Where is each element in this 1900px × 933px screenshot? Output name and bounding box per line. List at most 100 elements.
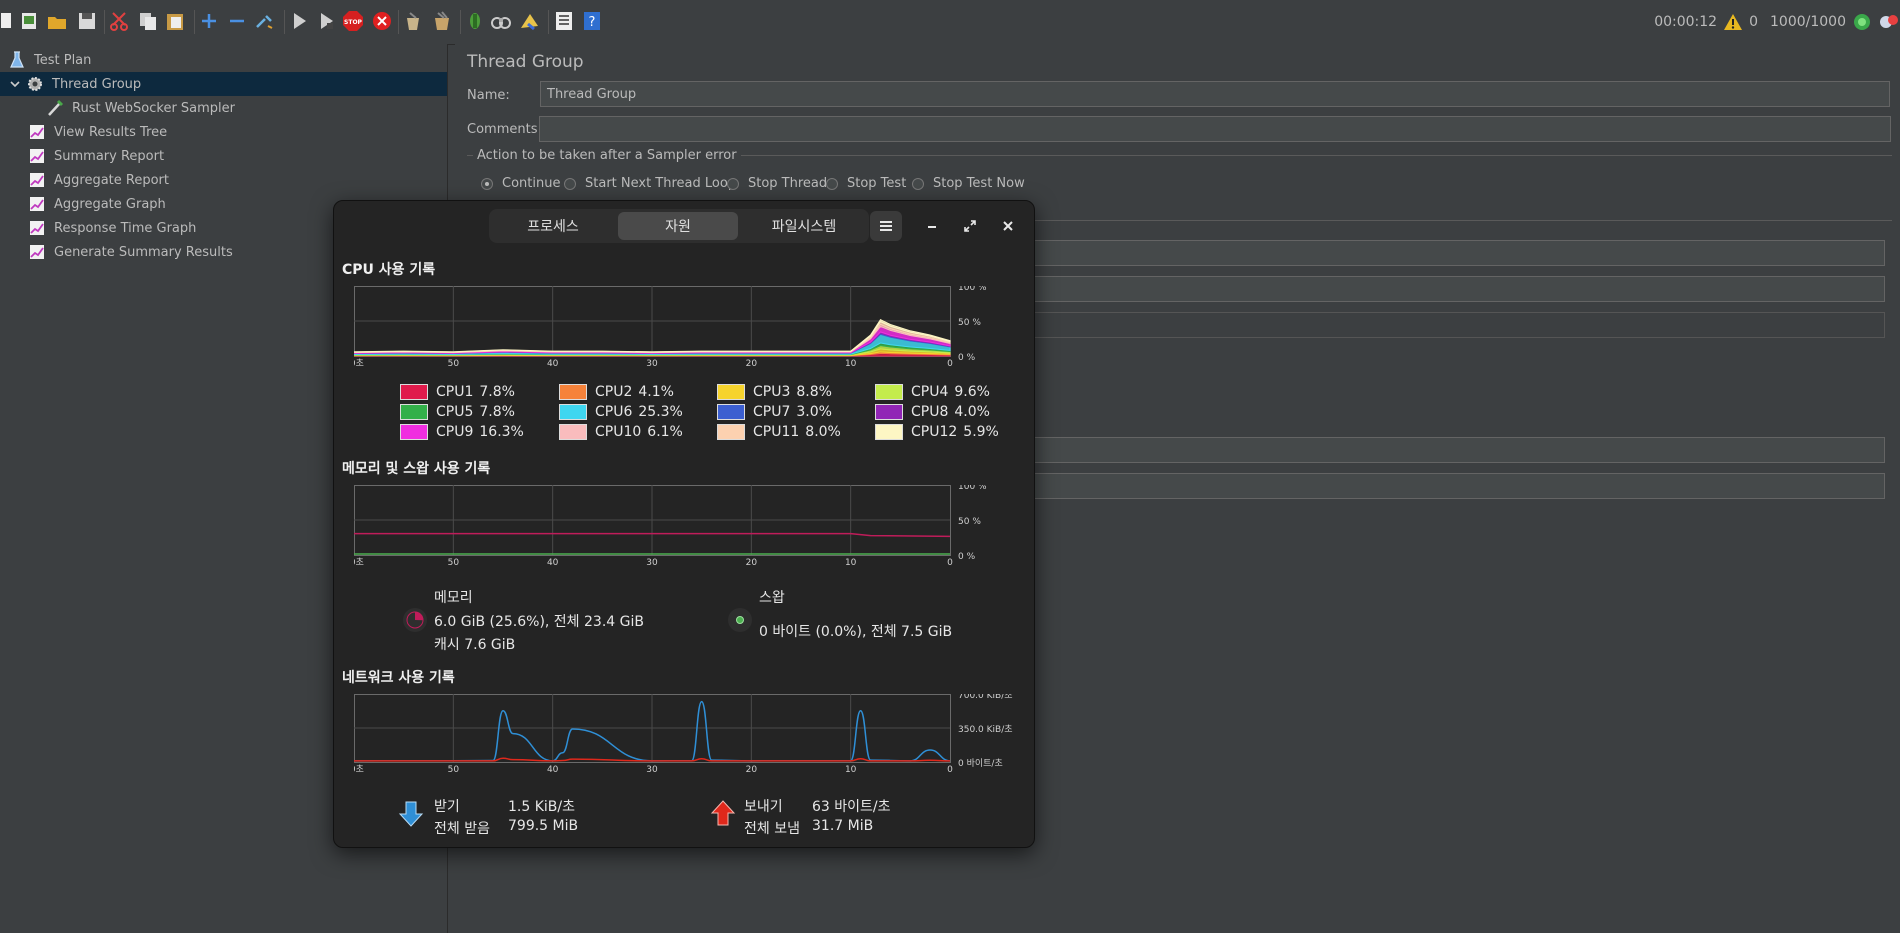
y-tick-label: 350.0 KiB/초: [958, 724, 1013, 735]
receive-rate: 1.5 KiB/초: [508, 799, 575, 815]
cpu-section-title: CPU 사용 기록: [342, 262, 436, 278]
x-tick-label: 50: [448, 558, 460, 568]
stop-icon[interactable]: STOP: [342, 10, 364, 32]
copy-icon[interactable]: [137, 10, 159, 32]
thread-count-field[interactable]: [1015, 240, 1885, 266]
comments-field[interactable]: [539, 116, 1891, 142]
save-icon[interactable]: [76, 10, 98, 32]
cpu-legend-item[interactable]: CPU2 4.1%: [559, 384, 674, 400]
color-swatch[interactable]: [400, 384, 428, 400]
remote-status-icon[interactable]: [1878, 12, 1900, 32]
name-field[interactable]: Thread Group: [540, 81, 1890, 107]
minimize-icon[interactable]: [919, 213, 945, 239]
cpu-legend-item[interactable]: CPU1 7.8%: [400, 384, 515, 400]
radio-label: Stop Thread: [748, 176, 828, 191]
cpu-legend-item[interactable]: CPU6 25.3%: [559, 404, 683, 420]
close-icon[interactable]: [995, 213, 1021, 239]
tab-filesystems[interactable]: 파일시스템: [743, 212, 865, 240]
color-swatch[interactable]: [717, 384, 745, 400]
swap-pie-slice: [736, 616, 744, 624]
color-swatch[interactable]: [400, 424, 428, 440]
cpu-legend-item[interactable]: CPU12 5.9%: [875, 424, 999, 440]
cpu-legend-item[interactable]: CPU8 4.0%: [875, 404, 990, 420]
startup-delay-field[interactable]: [1015, 473, 1885, 499]
color-swatch[interactable]: [875, 384, 903, 400]
cpu-legend-item[interactable]: CPU11 8.0%: [717, 424, 841, 440]
paste-icon[interactable]: [164, 10, 186, 32]
shutdown-icon[interactable]: [371, 10, 393, 32]
color-swatch[interactable]: [559, 424, 587, 440]
radio-continue[interactable]: Continue: [481, 176, 560, 191]
color-swatch[interactable]: [717, 424, 745, 440]
tree-item-sampler[interactable]: Rust WebSocker Sampler: [46, 96, 436, 120]
download-arrow-icon: [398, 800, 424, 828]
x-tick-label: 0: [947, 765, 953, 775]
radio-start-next-thread-loop[interactable]: Start Next Thread Loop: [564, 176, 736, 191]
toggle-icon[interactable]: [254, 10, 276, 32]
tree-item-summary-report[interactable]: Summary Report: [28, 144, 428, 168]
x-tick-label: 0: [947, 359, 953, 369]
radio-stop-thread[interactable]: Stop Thread: [727, 176, 827, 191]
cpu-value: 6.1%: [647, 424, 683, 440]
cut-icon[interactable]: [108, 10, 130, 32]
clear-icon[interactable]: [402, 10, 424, 32]
radio-stop-test-now[interactable]: Stop Test Now: [912, 176, 1025, 191]
open-icon[interactable]: [46, 10, 68, 32]
listener-icon: [28, 219, 46, 237]
start-no-pause-icon[interactable]: [315, 10, 337, 32]
tree-item-aggregate-report[interactable]: Aggregate Report: [28, 168, 428, 192]
color-swatch[interactable]: [875, 404, 903, 420]
svg-text:?: ?: [589, 15, 596, 30]
cpu-legend-item[interactable]: CPU7 3.0%: [717, 404, 832, 420]
tree-item-test-plan[interactable]: Test Plan: [8, 48, 438, 72]
color-swatch[interactable]: [717, 404, 745, 420]
x-tick-label: 30: [646, 765, 658, 775]
x-tick-label: 10: [845, 359, 857, 369]
warning-icon[interactable]: [1723, 12, 1743, 32]
chevron-down-icon[interactable]: [8, 77, 22, 91]
test-plan-icon: [8, 51, 26, 69]
cpu-value: 7.8%: [479, 404, 515, 420]
cpu-legend-item[interactable]: CPU4 9.6%: [875, 384, 990, 400]
x-tick-label: 20: [746, 359, 758, 369]
expand-icon[interactable]: [198, 10, 220, 32]
y-tick-label: 0 바이트/초: [958, 758, 1003, 769]
tree-item-view-results-tree[interactable]: View Results Tree: [28, 120, 428, 144]
network-history-graph: 60초 50 40 30 20 10 0 700.0 KiB/초 350.0 KiB/초 0 바이…: [354, 694, 1013, 775]
templates-icon[interactable]: [18, 10, 40, 32]
maximize-icon[interactable]: [957, 213, 983, 239]
start-icon[interactable]: [288, 10, 310, 32]
ramp-up-field[interactable]: [1015, 276, 1885, 302]
reset-search-icon[interactable]: [490, 10, 512, 32]
tree-item-thread-group[interactable]: Thread Group: [0, 72, 447, 96]
radio-stop-test[interactable]: Stop Test: [826, 176, 906, 191]
cpu-legend-item[interactable]: CPU3 8.8%: [717, 384, 832, 400]
duration-field[interactable]: [1015, 437, 1885, 463]
collapse-icon[interactable]: [226, 10, 248, 32]
cpu-legend-item[interactable]: CPU9 16.3%: [400, 424, 524, 440]
color-swatch[interactable]: [875, 424, 903, 440]
search-icon[interactable]: [464, 10, 486, 32]
help-icon[interactable]: ?: [581, 10, 603, 32]
cpu-value: 25.3%: [638, 404, 683, 420]
clear-all-icon[interactable]: [431, 10, 453, 32]
x-tick-label: 30: [646, 359, 658, 369]
loop-count-field[interactable]: [1015, 312, 1885, 338]
cpu-legend-item[interactable]: CPU5 7.8%: [400, 404, 515, 420]
x-tick-label: 20: [746, 558, 758, 568]
menu-icon[interactable]: [870, 211, 902, 241]
color-swatch[interactable]: [400, 404, 428, 420]
function-helper-icon[interactable]: [518, 10, 540, 32]
color-swatch[interactable]: [559, 384, 587, 400]
radio-dot: [481, 177, 493, 190]
color-swatch[interactable]: [559, 404, 587, 420]
cpu-label: CPU7: [753, 404, 791, 420]
tab-resources[interactable]: 자원: [618, 212, 738, 240]
tree-item-label: Test Plan: [34, 52, 92, 68]
log-viewer-icon[interactable]: [553, 10, 575, 32]
tab-processes[interactable]: 프로세스: [493, 212, 613, 240]
cpu-legend-item[interactable]: CPU10 6.1%: [559, 424, 683, 440]
running-indicator-icon: [1852, 12, 1872, 32]
y-tick-label: 50 %: [958, 517, 981, 527]
listener-icon: [28, 243, 46, 261]
